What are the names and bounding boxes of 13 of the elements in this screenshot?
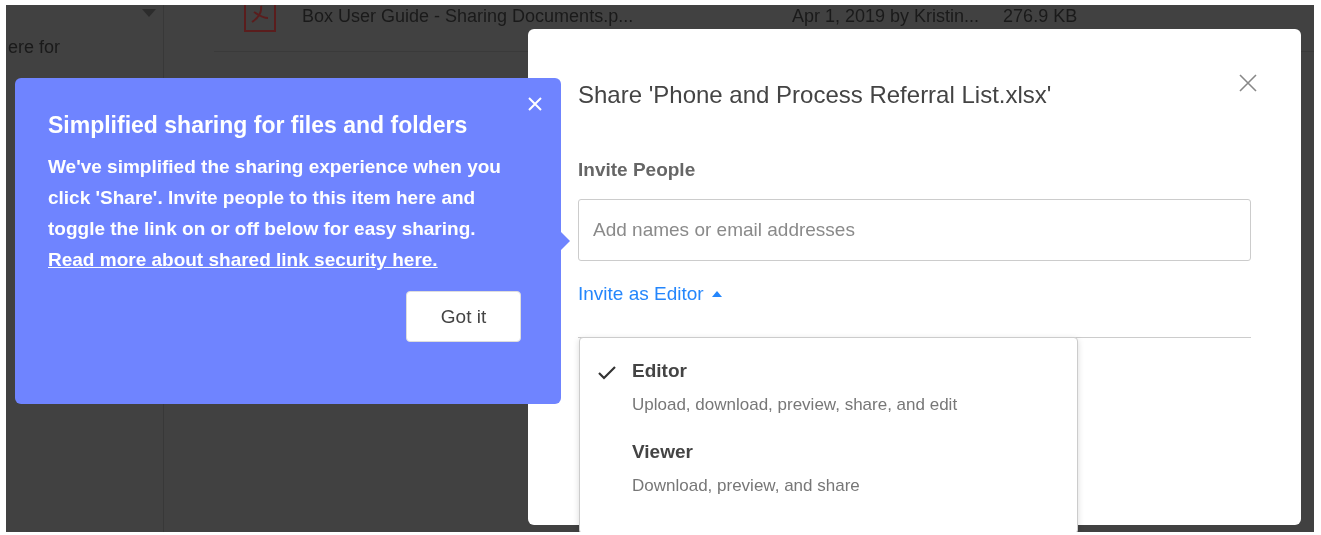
got-it-button[interactable]: Got it: [406, 291, 521, 342]
tooltip-title: Simplified sharing for files and folders: [48, 112, 469, 139]
menu-item[interactable]: Viewer Download, preview, and share: [580, 441, 1077, 496]
role-description: Download, preview, and share: [632, 476, 860, 496]
role-name: Viewer: [632, 441, 694, 463]
dialog-title: Share 'Phone and Process Referral List.xlsx': [578, 81, 1053, 109]
tooltip-text: We've simplified the sharing experience when you click 'Share'. Invite people to this item here and toggle the link on or off below for easy sharing. Read more about shared link security here.: [48, 155, 502, 272]
role-description: Upload, download, preview, share, and edit: [632, 395, 958, 415]
section-label: Invite People: [578, 159, 697, 181]
role-name: Editor: [632, 360, 688, 382]
invite-field[interactable]: Add names or email addresses: [578, 199, 1251, 261]
role-dropdown[interactable]: Invite as Editor: [578, 283, 722, 305]
menu-item[interactable]: Editor Upload, download, preview, share, and edit: [580, 360, 1077, 415]
